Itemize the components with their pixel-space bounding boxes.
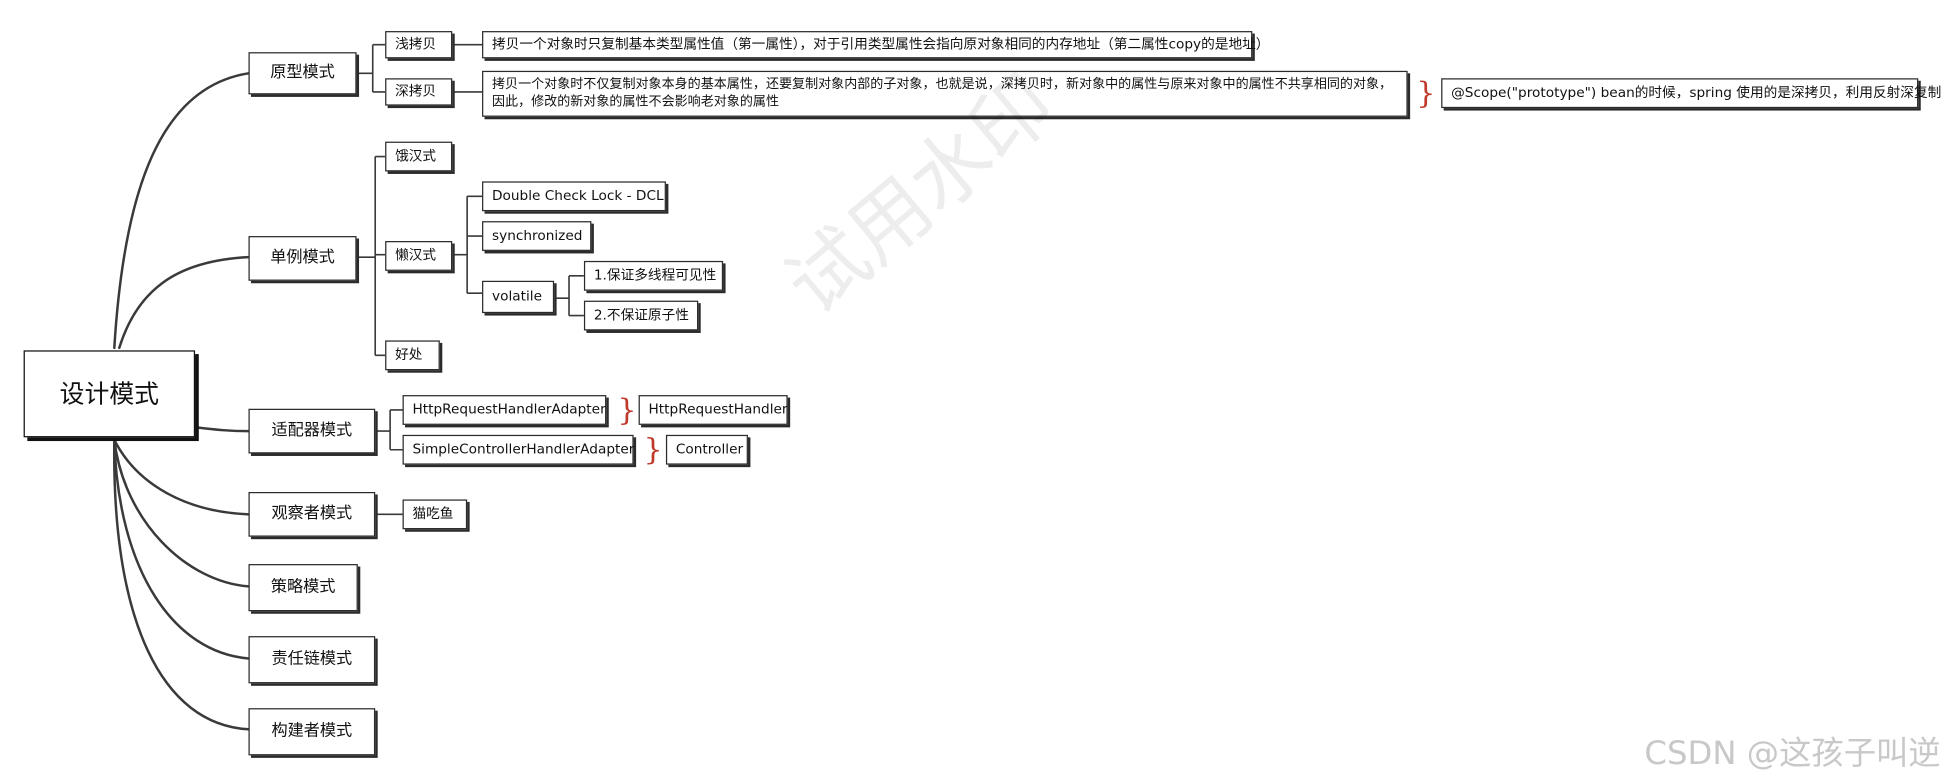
node-adapter[interactable]: 适配器模式 xyxy=(248,408,376,454)
node-strategy[interactable]: 策略模式 xyxy=(248,564,358,612)
node-volatile-point1[interactable]: 1.保证多线程可见性 xyxy=(583,260,724,291)
node-eager[interactable]: 饿汉式 xyxy=(385,141,453,172)
node-observer-label: 观察者模式 xyxy=(271,504,353,524)
brace-http-request-handler: } xyxy=(617,392,637,428)
node-http-request-handler-label: HttpRequestHandler xyxy=(648,401,788,418)
node-adapter-label: 适配器模式 xyxy=(271,421,353,440)
node-strategy-label: 策略模式 xyxy=(270,577,336,597)
node-observer[interactable]: 观察者模式 xyxy=(248,491,376,537)
node-shallow-copy-desc-text: 拷贝一个对象时只复制基本类型属性值（第一属性），对于引用类型属性会指向原对象相同… xyxy=(491,36,1270,53)
node-chain[interactable]: 责任链模式 xyxy=(248,636,376,684)
node-http-request-handler-adapter-label: HttpRequestHandlerAdapter xyxy=(412,401,606,418)
node-volatile-label: volatile xyxy=(491,288,542,305)
node-singleton[interactable]: 单例模式 xyxy=(248,236,357,281)
root-node[interactable]: 设计模式 xyxy=(23,350,196,438)
mind-map-canvas: 设计模式 原型模式 单例模式 适配器模式 观察者模式 策略模式 责任链模式 构建… xyxy=(0,0,1946,781)
node-volatile-point2[interactable]: 2.不保证原子性 xyxy=(583,300,699,331)
node-shallow-copy-desc[interactable]: 拷贝一个对象时只复制基本类型属性值（第一属性），对于引用类型属性会指向原对象相同… xyxy=(482,31,1269,59)
node-lazy-label: 懒汉式 xyxy=(395,247,437,264)
node-prototype-label: 原型模式 xyxy=(270,63,335,82)
node-deep-copy-note-text: @Scope("prototype") bean的时候，spring 使用的是深… xyxy=(1451,84,1942,101)
node-simple-controller-handler-adapter-label: SimpleControllerHandlerAdapter xyxy=(412,441,635,458)
node-prototype[interactable]: 原型模式 xyxy=(248,52,357,95)
brace-controller: } xyxy=(643,432,663,468)
node-dcl-label: Double Check Lock - DCL xyxy=(491,187,664,204)
node-synchronized[interactable]: synchronized xyxy=(482,221,592,251)
watermark-csdn: CSDN @这孩子叫逆 xyxy=(1644,735,1941,773)
node-dcl[interactable]: Double Check Lock - DCL xyxy=(482,181,666,212)
node-deep-copy-note[interactable]: @Scope("prototype") bean的时候，spring 使用的是深… xyxy=(1441,78,1941,109)
node-lazy[interactable]: 懒汉式 xyxy=(385,241,453,271)
node-builder-label: 构建者模式 xyxy=(271,721,353,741)
node-volatile-point1-label: 1.保证多线程可见性 xyxy=(593,267,717,284)
node-controller-label: Controller xyxy=(675,441,744,458)
node-controller[interactable]: Controller xyxy=(665,434,748,465)
node-simple-controller-handler-adapter[interactable]: SimpleControllerHandlerAdapter xyxy=(402,434,635,465)
node-http-request-handler[interactable]: HttpRequestHandler xyxy=(638,395,788,425)
node-synchronized-label: synchronized xyxy=(491,227,583,244)
node-singleton-label: 单例模式 xyxy=(270,248,335,268)
node-chain-label: 责任链模式 xyxy=(271,649,353,669)
node-builder[interactable]: 构建者模式 xyxy=(248,708,376,756)
node-cat-eats-fish[interactable]: 猫吃鱼 xyxy=(402,499,468,530)
node-deep-copy[interactable]: 深拷贝 xyxy=(385,78,453,106)
node-http-request-handler-adapter[interactable]: HttpRequestHandlerAdapter xyxy=(402,395,607,425)
node-volatile-point2-label: 2.不保证原子性 xyxy=(593,306,689,324)
root-label: 设计模式 xyxy=(59,378,160,409)
brace-deep-note: } xyxy=(1416,75,1436,111)
node-volatile[interactable]: volatile xyxy=(482,280,555,314)
node-cat-eats-fish-label: 猫吃鱼 xyxy=(412,505,454,522)
node-deep-copy-label: 深拷贝 xyxy=(395,83,437,100)
node-benefit[interactable]: 好处 xyxy=(385,340,440,371)
node-shallow-copy-label: 浅拷贝 xyxy=(395,36,437,53)
node-benefit-label: 好处 xyxy=(395,346,423,363)
node-shallow-copy[interactable]: 浅拷贝 xyxy=(385,31,453,59)
node-eager-label: 饿汉式 xyxy=(395,147,437,164)
